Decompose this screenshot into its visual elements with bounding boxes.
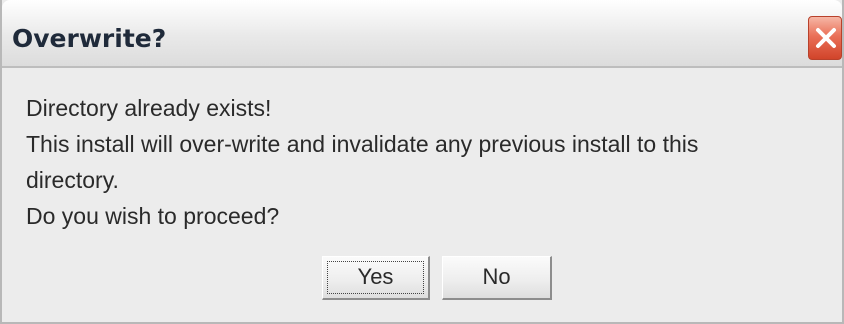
dialog-titlebar[interactable]: Overwrite?: [2, 0, 842, 68]
no-button-label: No: [482, 264, 511, 289]
dialog-title: Overwrite?: [12, 24, 167, 53]
message-line: directory.: [26, 167, 119, 193]
focus-ring: [327, 261, 424, 294]
message-line: Do you wish to proceed?: [26, 203, 280, 229]
message-line: This install will over-write and invalid…: [26, 131, 699, 157]
yes-button[interactable]: Yes: [322, 256, 430, 300]
no-button[interactable]: No: [442, 256, 552, 300]
dialog-message: Directory already exists! This install w…: [26, 90, 698, 234]
message-line: Directory already exists!: [26, 95, 272, 121]
overwrite-dialog: Overwrite? Directory already exists! Thi…: [0, 0, 844, 324]
close-icon: [816, 28, 836, 48]
close-button[interactable]: [808, 16, 842, 60]
